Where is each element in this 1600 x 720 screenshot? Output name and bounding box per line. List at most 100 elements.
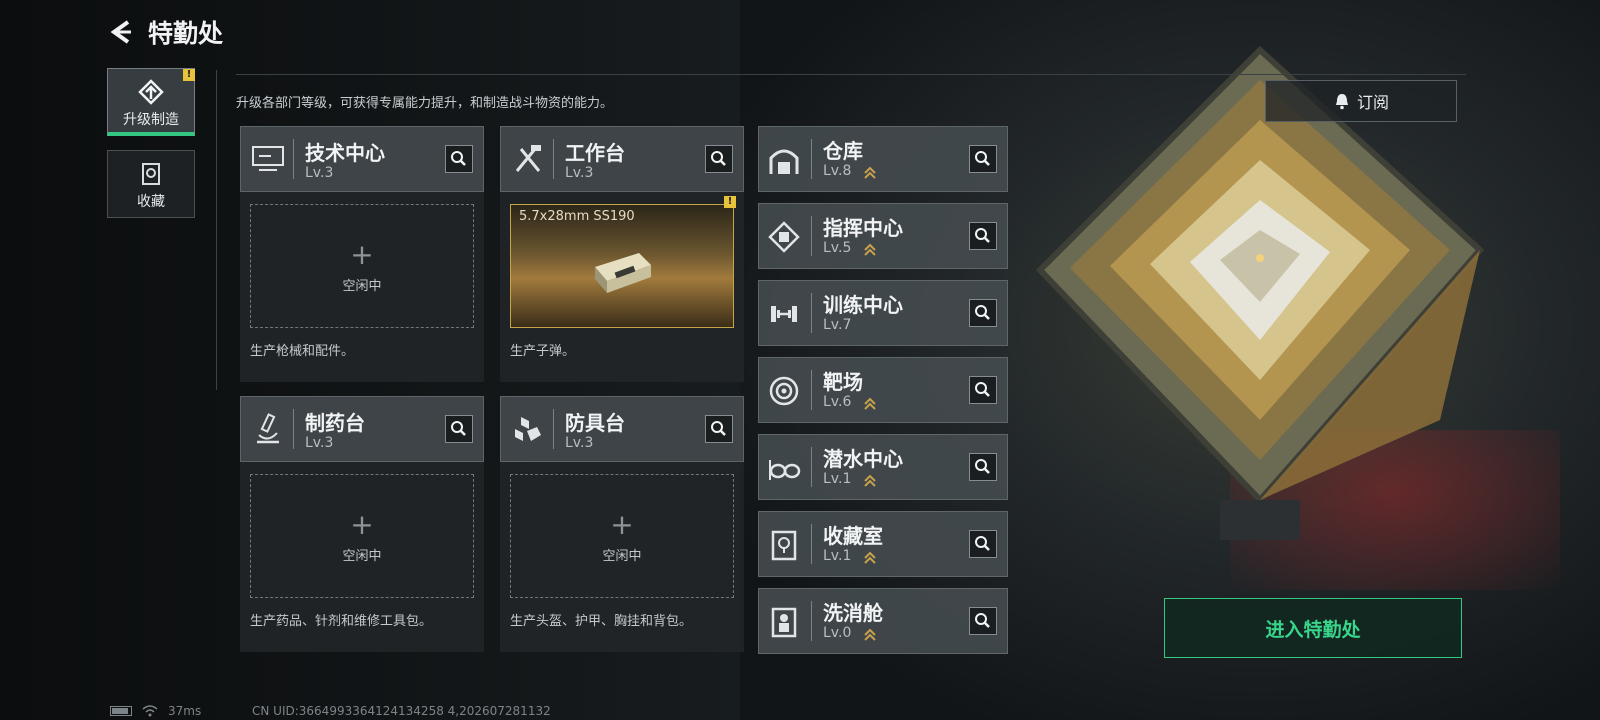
divider xyxy=(293,139,294,179)
workshop-description: 生产药品、针剂和维修工具包。 xyxy=(250,614,433,629)
status-bar: 37ms xyxy=(110,704,201,718)
divider xyxy=(553,409,554,449)
facility-collection-room[interactable]: 收藏室 Lv.1 xyxy=(758,511,1008,577)
facility-level: Lv.8 xyxy=(823,163,852,179)
production-slot[interactable]: + 空闲中 xyxy=(250,204,474,328)
plus-icon: + xyxy=(350,508,374,541)
inspect-button[interactable] xyxy=(705,145,733,173)
facility-name: 训练中心 xyxy=(823,293,903,317)
facility-level: Lv.1 xyxy=(823,548,852,564)
production-slot[interactable]: + 空闲中 xyxy=(250,474,474,598)
workshop-card-pharmacy: 制药台 Lv.3 + 空闲中 生产药品、针剂和维修工具包。 xyxy=(240,396,484,652)
workshop-description: 生产子弹。 xyxy=(510,344,576,359)
goggles-icon xyxy=(769,460,801,480)
subscribe-label: 订阅 xyxy=(1356,93,1389,112)
divider xyxy=(811,293,812,333)
upgrade-available-icon xyxy=(864,628,876,641)
divider xyxy=(811,370,812,410)
back-button[interactable]: 特勤处 xyxy=(108,14,223,50)
upgrade-available-icon xyxy=(864,166,876,179)
workshop-card-armor: 防具台 Lv.3 + 空闲中 生产头盔、护甲、胸挂和背包。 xyxy=(500,396,744,652)
page-description: 升级各部门等级，可获得专属能力提升，和制造战斗物资的能力。 xyxy=(236,96,614,111)
inspect-button[interactable] xyxy=(969,530,997,558)
workshop-header[interactable]: 技术中心 Lv.3 xyxy=(240,126,484,192)
workshop-level: Lv.3 xyxy=(565,435,594,451)
search-icon xyxy=(451,421,466,436)
workshop-name: 技术中心 xyxy=(305,141,385,165)
search-icon xyxy=(975,382,990,397)
facility-name: 指挥中心 xyxy=(823,216,903,240)
subscribe-button[interactable]: 订阅 xyxy=(1265,80,1457,122)
divider xyxy=(236,74,1466,75)
search-icon xyxy=(975,613,990,628)
inspect-button[interactable] xyxy=(969,222,997,250)
workshop-name: 制药台 xyxy=(305,411,365,435)
search-icon xyxy=(975,228,990,243)
microscope-icon xyxy=(257,413,279,444)
upgrade-available-icon xyxy=(864,243,876,256)
inspect-button[interactable] xyxy=(969,607,997,635)
search-icon xyxy=(711,151,726,166)
tab-collection[interactable]: 收藏 xyxy=(107,150,195,218)
workshop-name: 防具台 xyxy=(565,411,625,435)
workshop-header[interactable]: 防具台 Lv.3 xyxy=(500,396,744,462)
producing-item-name: 5.7x28mm SS190 xyxy=(519,209,635,224)
inspect-button[interactable] xyxy=(969,453,997,481)
workshop-header[interactable]: 制药台 Lv.3 xyxy=(240,396,484,462)
inspect-button[interactable] xyxy=(445,145,473,173)
inspect-button[interactable] xyxy=(969,145,997,173)
command-icon xyxy=(768,221,800,253)
divider xyxy=(553,139,554,179)
inspect-button[interactable] xyxy=(969,299,997,327)
inspect-button[interactable] xyxy=(705,415,733,443)
facility-level: Lv.6 xyxy=(823,394,852,410)
alert-badge: ! xyxy=(183,69,195,81)
production-slot[interactable]: 5.7x28mm SS190 xyxy=(510,204,734,328)
facility-name: 靶场 xyxy=(823,370,863,394)
divider xyxy=(811,139,812,179)
tools-icon xyxy=(515,145,541,172)
workshop-level: Lv.3 xyxy=(565,165,594,181)
inspect-button[interactable] xyxy=(969,376,997,404)
facility-decontamination[interactable]: 洗消舱 Lv.0 xyxy=(758,588,1008,654)
alert-badge: ! xyxy=(724,196,736,208)
production-slot[interactable]: + 空闲中 xyxy=(510,474,734,598)
facility-name: 仓库 xyxy=(823,139,863,163)
facility-name: 洗消舱 xyxy=(823,601,883,625)
bell-icon xyxy=(1335,94,1348,110)
decon-icon xyxy=(771,607,797,638)
facility-training-center[interactable]: 训练中心 Lv.7 xyxy=(758,280,1008,346)
facility-warehouse[interactable]: 仓库 Lv.8 xyxy=(758,126,1008,192)
facility-level: Lv.7 xyxy=(823,317,852,333)
tab-upgrade[interactable]: 升级制造 ! xyxy=(107,68,195,136)
ammo-box-image xyxy=(595,253,651,293)
upgrade-available-icon xyxy=(864,397,876,410)
upgrade-available-icon xyxy=(864,474,876,487)
inspect-button[interactable] xyxy=(445,415,473,443)
facility-name: 收藏室 xyxy=(823,524,883,548)
workshop-level: Lv.3 xyxy=(305,165,334,181)
target-icon xyxy=(769,376,799,406)
divider xyxy=(811,524,812,564)
search-icon xyxy=(451,151,466,166)
search-icon xyxy=(711,421,726,436)
workshop-card-tech: 技术中心 Lv.3 + 空闲中 生产枪械和配件。 xyxy=(240,126,484,382)
facility-name: 潜水中心 xyxy=(823,447,903,471)
slot-status: 空闲中 xyxy=(342,549,382,564)
upgrade-available-icon xyxy=(864,551,876,564)
collection-icon xyxy=(142,163,160,185)
plus-icon: + xyxy=(610,508,634,541)
workshop-header[interactable]: 工作台 Lv.3 xyxy=(500,126,744,192)
battery-icon xyxy=(110,706,132,716)
slot-status: 空闲中 xyxy=(342,279,382,294)
facility-shooting-range[interactable]: 靶场 Lv.6 xyxy=(758,357,1008,423)
enter-headquarters-button[interactable]: 进入特勤处 xyxy=(1164,598,1462,658)
wifi-icon xyxy=(142,705,158,717)
divider xyxy=(293,409,294,449)
facility-command-center[interactable]: 指挥中心 Lv.5 xyxy=(758,203,1008,269)
page-title: 特勤处 xyxy=(148,19,224,48)
facility-diving-center[interactable]: 潜水中心 Lv.1 xyxy=(758,434,1008,500)
divider xyxy=(811,216,812,256)
search-icon xyxy=(975,151,990,166)
plus-icon: + xyxy=(350,238,374,271)
